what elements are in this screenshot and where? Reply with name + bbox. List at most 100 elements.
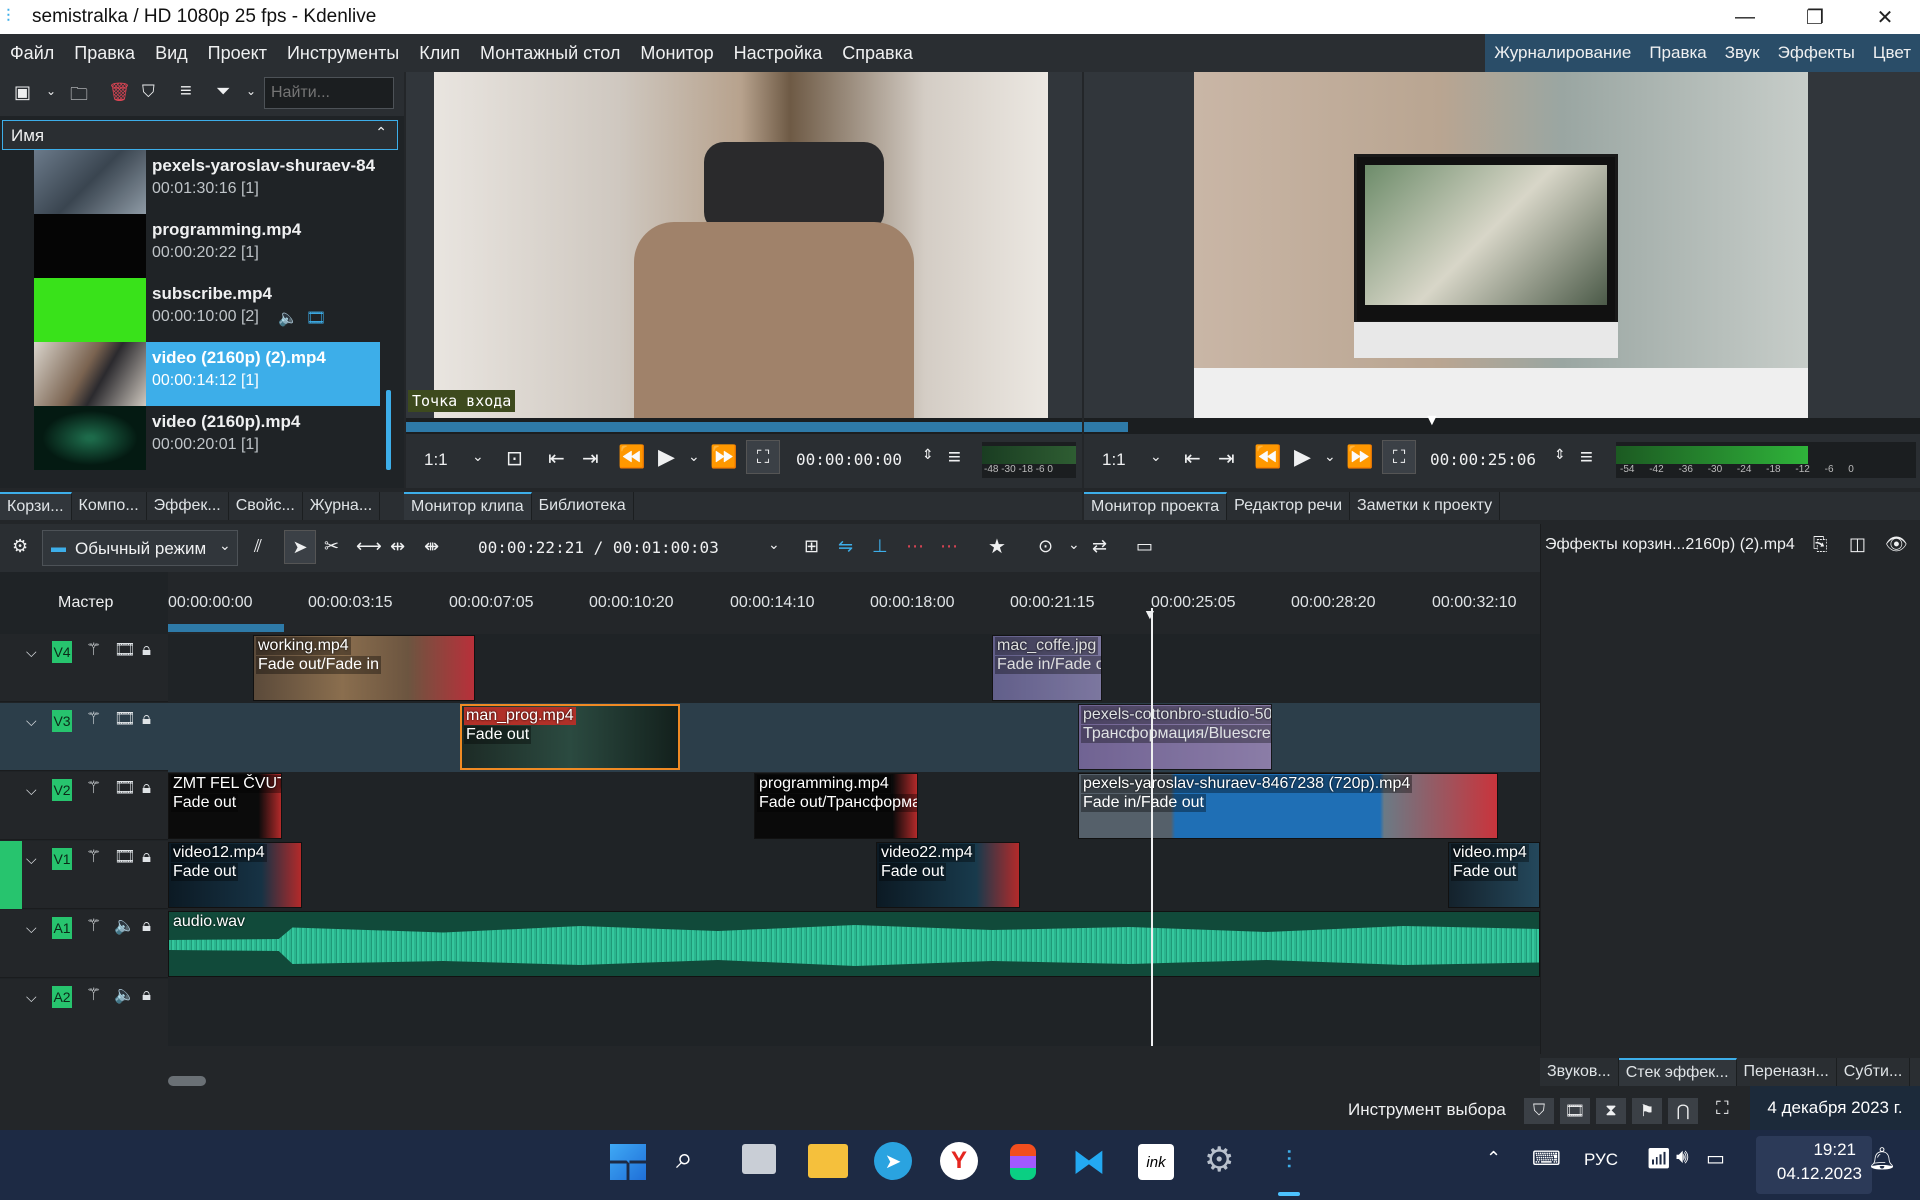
markers-flag-icon[interactable]: ⚑	[1632, 1098, 1662, 1124]
split-compare-icon[interactable]: ◫	[1849, 534, 1866, 555]
collapse-chevron-icon[interactable]: ⌵	[26, 920, 37, 937]
spacer-tool-icon[interactable]: ⟷	[356, 536, 382, 557]
chevron-down-icon[interactable]: ⌄	[688, 448, 700, 465]
clip-monitor-view[interactable]: Точка входа	[406, 72, 1082, 418]
tab-speech-editor[interactable]: Редактор речи	[1227, 492, 1351, 520]
tab-journal[interactable]: Журна...	[303, 492, 381, 520]
tab-compositions[interactable]: Компо...	[72, 492, 147, 520]
clip-timecode[interactable]: 00:00:00:00	[796, 450, 902, 469]
track-header-v3[interactable]: ⌵ V3 ⚚ 🎞 🔒︎	[0, 703, 168, 771]
menu-icon[interactable]: ≡	[180, 80, 192, 103]
folder-icon[interactable]: 🗀	[70, 82, 88, 112]
effects-wand-icon[interactable]: ⚚	[86, 709, 101, 729]
film-icon[interactable]: 🎞	[114, 709, 136, 729]
subtitle-icon[interactable]: ▭	[1136, 536, 1153, 557]
tray-chevron-up-icon[interactable]: ⌃	[1486, 1148, 1501, 1169]
audio-thumbs-icon[interactable]: ⧗	[1596, 1098, 1626, 1124]
menu-clip[interactable]: Клип	[409, 43, 470, 64]
menu-project[interactable]: Проект	[198, 43, 277, 64]
master-label[interactable]: Мастер	[58, 594, 113, 612]
zoom-select[interactable]: 1:1	[424, 450, 448, 470]
menu-icon[interactable]: ≡	[948, 444, 961, 470]
edit-mode-select[interactable]: ▬ Обычный режим ⌄	[42, 530, 238, 566]
project-monitor-view[interactable]	[1084, 72, 1920, 418]
lock-icon[interactable]: 🔒︎	[142, 916, 151, 936]
lock-icon[interactable]: 🔒︎	[142, 778, 151, 798]
project-monitor-ruler[interactable]: ▼	[1084, 412, 1920, 434]
chevron-down-icon[interactable]: ⌄	[246, 84, 256, 98]
playhead-marker-icon[interactable]: ▼	[1424, 412, 1440, 430]
track-header-v2[interactable]: ⌵ V2 ⚚ 🎞 🔒︎	[0, 772, 168, 840]
chevron-down-icon[interactable]: ⌄	[1150, 448, 1162, 465]
figma-icon[interactable]	[1010, 1144, 1036, 1180]
spin-arrows-icon[interactable]: ⇕	[1554, 446, 1566, 463]
layout-effects[interactable]: Эффекты	[1769, 43, 1864, 63]
fit-view-icon[interactable]: ⊡	[506, 446, 523, 471]
tab-library[interactable]: Библиотека	[532, 492, 634, 520]
film-icon[interactable]: 🎞	[1560, 1098, 1590, 1124]
minimize-button[interactable]: —	[1710, 0, 1780, 34]
forward-icon[interactable]: ⏩	[1346, 444, 1373, 470]
timeline-clip[interactable]: video.mp4 Fade out	[1448, 842, 1540, 908]
clip-monitor-ruler[interactable]	[406, 418, 1082, 434]
tab-audio-mixer[interactable]: Звуков...	[1540, 1058, 1619, 1086]
menu-file[interactable]: Файл	[0, 43, 64, 64]
yandex-browser-icon[interactable]: Y	[940, 1142, 978, 1180]
menu-tools[interactable]: Инструменты	[277, 43, 409, 64]
speaker-icon[interactable]: 🔈	[114, 985, 135, 1005]
battery-icon[interactable]: ▭	[1706, 1146, 1725, 1171]
fit-zoom-icon[interactable]: ⛶	[1716, 1098, 1729, 1119]
zone-icon[interactable]: ⛶	[746, 440, 780, 474]
slip-tool-icon[interactable]: ⇼	[424, 536, 439, 557]
lock-icon[interactable]: 🔒︎	[142, 985, 151, 1005]
layout-audio[interactable]: Звук	[1716, 43, 1769, 63]
menu-edit[interactable]: Правка	[64, 43, 145, 64]
multicam-icon[interactable]: ⫽	[254, 536, 262, 557]
menu-view[interactable]: Вид	[145, 43, 198, 64]
tag-icon[interactable]: ⛉	[1524, 1098, 1554, 1124]
filter-icon[interactable]: ⏷	[216, 81, 230, 102]
add-clip-icon[interactable]: ▣	[14, 82, 31, 103]
collapse-chevron-icon[interactable]: ⌵	[26, 782, 37, 799]
collapse-chevron-icon[interactable]: ⌵	[26, 713, 37, 730]
copy-icon[interactable]: ⎘	[1813, 534, 1827, 555]
playhead[interactable]	[1151, 608, 1153, 1046]
tab-remap[interactable]: Переназн...	[1737, 1058, 1837, 1086]
set-in-point-icon[interactable]: ⇤	[1184, 446, 1201, 471]
track-settings-icon[interactable]: ⚙	[12, 536, 28, 557]
record-icon[interactable]: ⊙	[1038, 536, 1053, 557]
project-timecode[interactable]: 00:00:25:06	[1430, 450, 1536, 469]
favorite-star-icon[interactable]: ★	[988, 534, 1006, 559]
timeline-clip[interactable]: programming.mp4 Fade out/Трансформация	[754, 773, 918, 839]
bin-column-header[interactable]: Имя ⌃	[2, 120, 398, 150]
notification-bell-icon[interactable]: 🔔︎	[1868, 1146, 1896, 1172]
layout-logging[interactable]: Журналирование	[1485, 43, 1640, 63]
extract-icon[interactable]: ⋯	[906, 536, 924, 557]
chevron-down-icon[interactable]: ⌄	[1068, 536, 1080, 553]
file-explorer-icon[interactable]	[808, 1144, 848, 1178]
timeline-clip[interactable]: video22.mp4 Fade out	[876, 842, 1020, 908]
overwrite-icon[interactable]: ⇋	[838, 536, 853, 557]
trash-icon[interactable]: 🗑	[108, 82, 131, 103]
list-item[interactable]: subscribe.mp4 00:00:10:00 [2] 🔈 🎞	[34, 278, 380, 342]
razor-tool-icon[interactable]: ✂	[324, 536, 339, 557]
task-view-icon[interactable]	[742, 1144, 776, 1174]
layout-editing[interactable]: Правка	[1640, 43, 1715, 63]
mixer-icon[interactable]: ⇄	[1092, 536, 1107, 557]
timeline-ruler[interactable]: 00:00:00:00 00:00:03:15 00:00:07:05 00:0…	[168, 572, 1540, 634]
effects-wand-icon[interactable]: ⚚	[86, 847, 101, 867]
collapse-chevron-icon[interactable]: ⌵	[26, 644, 37, 661]
track-header-a2[interactable]: ⌵ A2 ⚚ 🔈 🔒︎	[0, 979, 168, 1047]
timeline-clip[interactable]: mac_coffe.jpg Fade in/Fade out	[992, 635, 1102, 701]
menu-timeline[interactable]: Монтажный стол	[470, 43, 630, 64]
tab-clip-monitor[interactable]: Монитор клипа	[404, 492, 532, 520]
film-icon[interactable]: 🎞	[114, 640, 136, 660]
menu-help[interactable]: Справка	[832, 43, 923, 64]
tab-bin[interactable]: Корзи...	[0, 492, 72, 520]
tab-properties[interactable]: Свойс...	[229, 492, 303, 520]
chevron-down-icon[interactable]: ⌄	[472, 448, 484, 465]
timeline-clip-selected[interactable]: man_prog.mp4 Fade out	[460, 704, 680, 770]
keyboard-icon[interactable]: ⌨	[1532, 1146, 1561, 1171]
timeline-clip[interactable]: pexels-yaroslav-shuraev-8467238 (720p).m…	[1078, 773, 1498, 839]
tab-effect-stack[interactable]: Стек эффек...	[1618, 1058, 1737, 1086]
